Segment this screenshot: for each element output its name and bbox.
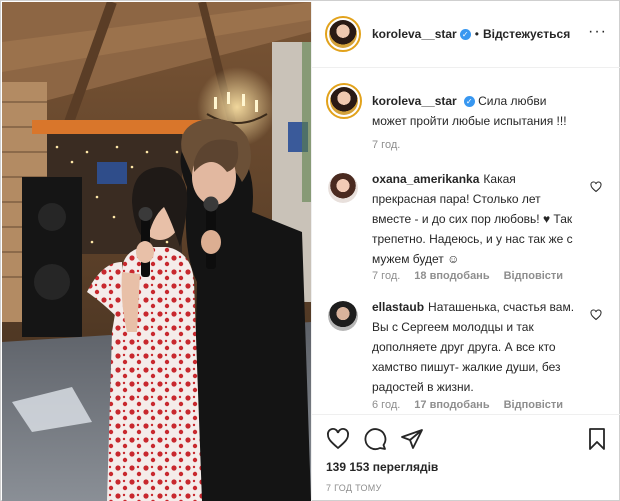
comment-text: Какая прекрасная пара! Столько лет вмест… xyxy=(372,172,573,266)
caption-meta: 7 год. xyxy=(372,139,414,151)
comment-text: Наташенька, счастья вам. Вы с Сергеем мо… xyxy=(372,300,575,394)
follow-status-button[interactable]: Відстежується xyxy=(483,27,570,41)
commenter-avatar[interactable] xyxy=(328,173,358,203)
like-comment-heart-icon[interactable] xyxy=(590,181,602,193)
post-actions-bar: 139 153 переглядів 7 ГОД ТОМУ xyxy=(312,414,620,501)
caption-item: koroleva__star ✓ Сила любви может пройти … xyxy=(326,83,606,173)
comment-time[interactable]: 6 год. xyxy=(372,399,400,411)
post-photo[interactable] xyxy=(2,2,311,501)
comment-time[interactable]: 7 год. xyxy=(372,270,400,282)
save-bookmark-icon[interactable] xyxy=(585,427,609,451)
comment-text-block: ellastaub Наташенька, счастья вам. Вы с С… xyxy=(372,297,582,397)
comment-item: ellastaub Наташенька, счастья вам. Вы с С… xyxy=(326,297,606,414)
comment-bubble-icon[interactable] xyxy=(363,427,387,451)
caption-time[interactable]: 7 год. xyxy=(372,139,400,151)
commenter-avatar[interactable] xyxy=(328,301,358,331)
more-options-icon[interactable]: ··· xyxy=(588,24,607,40)
comment-meta: 6 год. 17 вподобань Відповісти xyxy=(372,399,577,411)
separator-dot: • xyxy=(474,27,479,41)
caption-avatar[interactable] xyxy=(326,83,362,119)
comment-likes[interactable]: 17 вподобань xyxy=(414,399,489,411)
views-count[interactable]: 139 153 переглядів xyxy=(326,460,438,474)
post-side-panel: koroleva__star ✓ • Відстежується ··· korole… xyxy=(311,2,620,501)
reply-button[interactable]: Відповісти xyxy=(504,270,563,282)
post-window: koroleva__star ✓ • Відстежується ··· korole… xyxy=(0,0,620,501)
comment-text-block: oxana_amerikanka Какая прекрасная пара! С… xyxy=(372,169,582,269)
verified-badge-icon: ✓ xyxy=(463,96,475,108)
comment-likes[interactable]: 18 вподобань xyxy=(414,270,489,282)
post-header: koroleva__star ✓ • Відстежується ··· xyxy=(312,2,620,68)
reply-button[interactable]: Відповісти xyxy=(504,399,563,411)
verified-badge-icon: ✓ xyxy=(459,29,471,41)
post-timestamp[interactable]: 7 ГОД ТОМУ xyxy=(326,483,382,493)
author-avatar[interactable] xyxy=(325,16,361,52)
commenter-username[interactable]: oxana_amerikanka xyxy=(372,172,479,186)
comment-item: oxana_amerikanka Какая прекрасная пара! С… xyxy=(326,169,606,299)
comments-list[interactable]: koroleva__star ✓ Сила любви может пройти … xyxy=(312,69,620,414)
like-heart-icon[interactable] xyxy=(326,427,350,451)
header-line: koroleva__star ✓ • Відстежується xyxy=(372,27,570,41)
commenter-username[interactable]: ellastaub xyxy=(372,300,424,314)
author-username[interactable]: koroleva__star xyxy=(372,27,457,41)
share-direct-icon[interactable] xyxy=(400,427,424,451)
caption-username[interactable]: koroleva__star xyxy=(372,94,457,108)
caption-text-block: koroleva__star ✓ Сила любви может пройти … xyxy=(372,91,582,131)
like-comment-heart-icon[interactable] xyxy=(590,309,602,321)
comment-meta: 7 год. 18 вподобань Відповісти xyxy=(372,270,577,282)
post-photo-image xyxy=(2,2,311,501)
